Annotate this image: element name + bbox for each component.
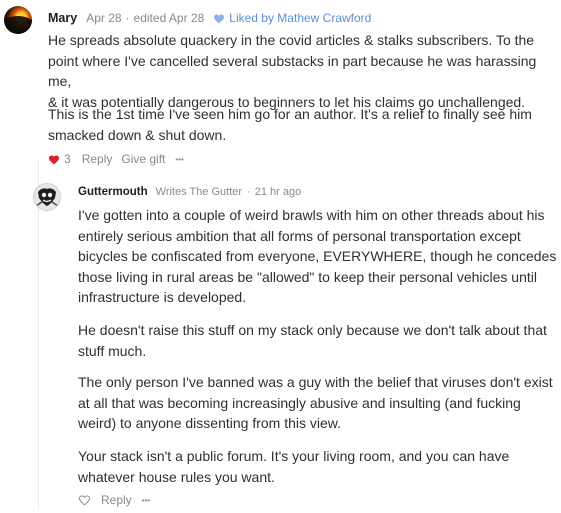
avatar-guttermouth[interactable] [33, 183, 61, 211]
meta-separator: · [247, 186, 251, 198]
heart-filled-icon[interactable] [48, 154, 60, 165]
avatar-image [34, 184, 60, 210]
comment-header-guttermouth: Guttermouth Writes The Gutter · 21 hr ag… [78, 184, 301, 200]
avatar-mary[interactable] [4, 6, 32, 34]
more-button[interactable]: ••• [175, 155, 183, 164]
comment-actions: 3 Reply Give gift ••• [48, 151, 184, 167]
comment-paragraph: I've gotten into a couple of weird brawl… [78, 207, 557, 305]
comment-paragraph: He spreads absolute quackery in the covi… [48, 32, 537, 110]
like-count: 3 [64, 152, 71, 166]
meta-separator: · [125, 11, 130, 25]
heart-filled-icon [214, 14, 225, 23]
comment-author[interactable]: Mary [48, 11, 77, 25]
reply-button[interactable]: Reply [101, 493, 132, 507]
comment-time[interactable]: 21 hr ago [255, 186, 301, 198]
comment-actions: Reply ••• [78, 492, 150, 508]
more-button[interactable]: ••• [142, 496, 150, 505]
edited-label: edited Apr 28 [133, 11, 205, 25]
comment-paragraph: Your stack isn't a public forum. It's yo… [78, 448, 510, 485]
comment-date[interactable]: Apr 28 [86, 11, 121, 25]
liked-by-label: Liked by Mathew Crawford [229, 11, 372, 25]
heart-outline-icon[interactable] [78, 494, 91, 506]
comment-header-mary: Mary Apr 28 · edited Apr 28 Liked by Mat… [48, 9, 371, 27]
comment-paragraph: This is the 1st time I've seen him go fo… [48, 106, 532, 143]
comment-paragraph: He doesn't raise this stuff on my stack … [78, 322, 547, 359]
comment-author[interactable]: Guttermouth [78, 186, 148, 198]
writes-publication-link[interactable]: Writes The Gutter [156, 186, 242, 198]
thread-line [38, 160, 39, 510]
give-gift-button[interactable]: Give gift [121, 152, 165, 166]
comment-paragraph: The only person I've banned was a guy wi… [78, 374, 553, 431]
reply-button[interactable]: Reply [82, 152, 113, 166]
liked-by-badge: Liked by Mathew Crawford [213, 11, 371, 25]
